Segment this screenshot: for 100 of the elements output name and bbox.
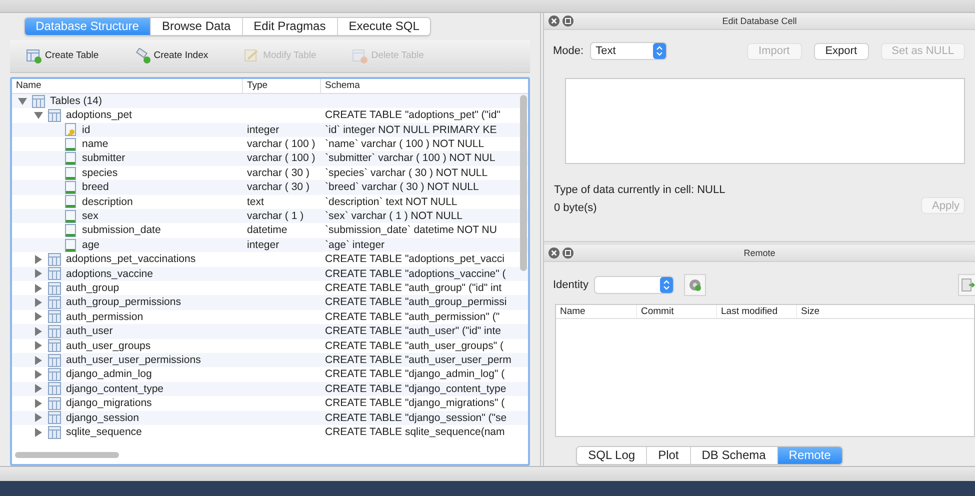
tree-item-name[interactable]: auth_user_user_permissions xyxy=(66,352,201,368)
dock-tab[interactable]: DB Schema xyxy=(690,447,777,464)
panel-title: Edit Database Cell xyxy=(722,16,797,26)
disclosure-triangle-icon[interactable] xyxy=(34,413,43,422)
tree-item-name[interactable]: auth_user_groups xyxy=(66,338,151,353)
table-icon xyxy=(48,368,61,382)
tree-item-name[interactable]: django_session xyxy=(66,410,139,425)
disclosure-triangle-icon[interactable] xyxy=(34,254,43,264)
panel-title: Remote xyxy=(744,248,776,258)
tree-item-name[interactable]: Tables (14) xyxy=(50,94,102,108)
panel-button[interactable]: Export xyxy=(814,42,869,60)
table-icon xyxy=(48,339,61,352)
disclosure-triangle-icon[interactable] xyxy=(34,356,43,365)
type-cell: varchar ( 100 ) xyxy=(247,138,316,150)
schema-cell: `submission_date` datetime NOT NU xyxy=(325,224,497,236)
schema-cell: CREATE TABLE "django_content_type xyxy=(325,382,506,395)
data-type-info: Type of data currently in cell: NULL xyxy=(554,184,726,196)
vertical-scrollbar[interactable] xyxy=(520,94,527,271)
schema-cell: `age` integer xyxy=(325,238,385,251)
identity-label: Identity xyxy=(553,279,588,291)
main-tab[interactable]: Execute SQL xyxy=(336,18,430,35)
identity-settings-button[interactable] xyxy=(684,274,706,296)
schema-cell: `name` varchar ( 100 ) NOT NULL xyxy=(325,138,484,150)
column-header[interactable]: Name xyxy=(12,78,242,93)
toolbar-button[interactable]: Create Index xyxy=(134,48,208,64)
schema-cell: CREATE TABLE "adoptions_pet_vacci xyxy=(325,253,504,266)
column-header[interactable]: Last modified xyxy=(716,305,796,318)
tree-item-name[interactable]: django_migrations xyxy=(66,396,152,411)
close-icon xyxy=(548,247,560,259)
disclosure-triangle-icon[interactable] xyxy=(34,284,43,293)
dock-tab[interactable]: SQL Log xyxy=(577,447,646,464)
mode-dropdown[interactable]: Text xyxy=(590,42,667,60)
disclosure-triangle-icon[interactable] xyxy=(34,384,43,394)
table-icon xyxy=(48,310,61,324)
tree-item-name[interactable]: django_content_type xyxy=(66,382,164,396)
index-add-icon xyxy=(134,48,151,64)
main-tab[interactable]: Edit Pragmas xyxy=(242,18,337,35)
table-add-icon xyxy=(26,48,42,64)
dock-tab[interactable]: Plot xyxy=(646,447,690,464)
table-icon xyxy=(48,426,61,439)
identity-dropdown[interactable] xyxy=(594,276,674,294)
table-icon xyxy=(48,396,61,410)
tree-item-name[interactable]: name xyxy=(82,137,108,152)
tree-item-name[interactable]: submission_date xyxy=(82,223,161,238)
table-icon xyxy=(32,94,45,108)
disclosure-triangle-icon[interactable] xyxy=(18,96,27,106)
gear-icon xyxy=(688,278,702,292)
schema-cell: CREATE TABLE "auth_user" ("id" inte xyxy=(325,325,501,338)
dropdown-arrows-icon xyxy=(652,43,666,59)
schema-cell: `species` varchar ( 30 ) NOT NULL xyxy=(325,166,488,179)
column-header[interactable]: Name xyxy=(556,305,636,318)
disclosure-triangle-icon[interactable] xyxy=(34,370,43,380)
tree-item-name[interactable]: auth_permission xyxy=(66,310,144,324)
schema-cell: CREATE TABLE "adoptions_pet" ("id" xyxy=(325,109,500,122)
tree-item-name[interactable]: adoptions_vaccine xyxy=(66,266,153,282)
type-cell: varchar ( 1 ) xyxy=(247,210,304,222)
tree-item-name[interactable]: description xyxy=(82,194,133,210)
horizontal-scrollbar[interactable] xyxy=(15,452,119,458)
tree-item-name[interactable]: age xyxy=(82,238,100,252)
disclosure-triangle-icon[interactable] xyxy=(34,111,43,120)
disclosure-triangle-icon[interactable] xyxy=(34,312,43,322)
table-icon xyxy=(48,252,61,266)
tree-item-name[interactable]: adoptions_pet_vaccinations xyxy=(66,252,196,267)
disclosure-triangle-icon[interactable] xyxy=(34,269,43,278)
tree-item-name[interactable]: id xyxy=(82,122,90,138)
tree-item-name[interactable]: sex xyxy=(82,209,98,224)
tree-item-name[interactable]: species xyxy=(82,166,118,180)
tree-item-name[interactable]: auth_group_permissions xyxy=(66,295,181,310)
tree-item-name[interactable]: django_admin_log xyxy=(66,367,152,382)
float-icon xyxy=(562,247,574,259)
schema-cell: CREATE TABLE "auth_user_groups" ( xyxy=(325,340,504,352)
type-cell: integer xyxy=(247,124,280,136)
mode-label: Mode: xyxy=(553,45,584,57)
disclosure-triangle-icon[interactable] xyxy=(34,298,43,308)
tree-item-name[interactable]: adoptions_pet xyxy=(66,108,132,123)
column-header[interactable]: Schema xyxy=(320,78,510,93)
disclosure-triangle-icon[interactable] xyxy=(34,398,43,408)
tree-item-name[interactable]: auth_group xyxy=(66,281,120,296)
schema-cell: CREATE TABLE "adoptions_vaccine" ( xyxy=(325,268,506,280)
schema-cell: CREATE TABLE sqlite_sequence(nam xyxy=(325,426,505,438)
column-header[interactable]: Type xyxy=(242,78,320,93)
main-tab[interactable]: Browse Data xyxy=(150,18,242,35)
tree-item-name[interactable]: auth_user xyxy=(66,324,113,339)
schema-cell: `breed` varchar ( 30 ) NOT NULL xyxy=(325,181,479,194)
column-header[interactable]: Size xyxy=(796,305,876,318)
schema-cell: CREATE TABLE "auth_group" ("id" int xyxy=(325,282,502,294)
column-header[interactable]: Commit xyxy=(636,305,716,318)
type-cell: varchar ( 30 ) xyxy=(247,166,310,179)
disclosure-triangle-icon[interactable] xyxy=(34,341,43,350)
toolbar-button[interactable]: Create Table xyxy=(26,48,99,64)
schema-cell: CREATE TABLE "auth_user_user_perm xyxy=(325,354,512,366)
tree-item-name[interactable]: sqlite_sequence xyxy=(66,424,142,440)
export-icon xyxy=(961,278,975,292)
tree-item-name[interactable]: breed xyxy=(82,180,109,195)
upload-button[interactable] xyxy=(958,274,975,296)
cell-text-editor[interactable] xyxy=(565,78,965,164)
tree-item-name[interactable]: submitter xyxy=(82,151,126,166)
table-icon xyxy=(48,324,61,338)
disclosure-triangle-icon[interactable] xyxy=(34,326,43,336)
disclosure-triangle-icon[interactable] xyxy=(34,428,43,437)
